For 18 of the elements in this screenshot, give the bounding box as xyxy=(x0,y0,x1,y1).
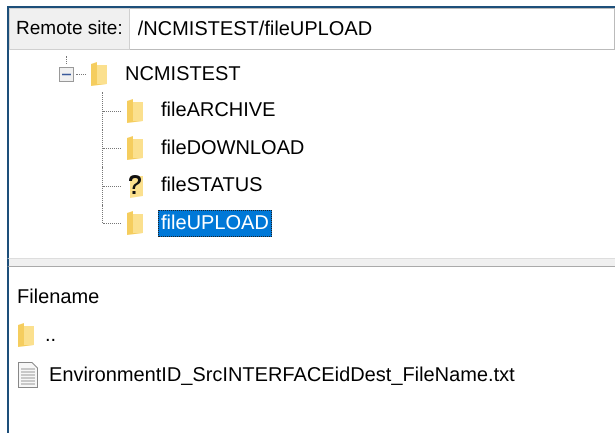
column-header[interactable]: Filename xyxy=(17,286,100,308)
folder-icon xyxy=(126,98,144,123)
remote-path-field[interactable]: /NCMISTEST/fileUPLOAD xyxy=(130,8,615,50)
tree-item[interactable]: fileARCHIVE xyxy=(158,97,278,124)
file-name[interactable]: .. xyxy=(45,324,56,346)
remote-site-label: Remote site: xyxy=(9,8,130,50)
file-name[interactable]: EnvironmentID_SrcINTERFACEidDest_FileName.txt xyxy=(49,364,515,386)
folder-icon xyxy=(126,136,144,160)
folder-icon xyxy=(126,211,144,236)
folder-icon xyxy=(90,62,108,86)
question-mark-icon xyxy=(126,174,144,198)
tree-item[interactable]: fileDOWNLOAD xyxy=(158,134,308,162)
tree-item[interactable]: fileUPLOAD xyxy=(158,210,272,237)
text-file-icon xyxy=(17,361,39,389)
tree-item[interactable]: NCMISTEST xyxy=(122,60,244,88)
collapse-toggle-icon[interactable] xyxy=(59,66,74,82)
tree-item[interactable]: fileSTATUS xyxy=(158,172,266,200)
folder-icon xyxy=(17,323,35,347)
